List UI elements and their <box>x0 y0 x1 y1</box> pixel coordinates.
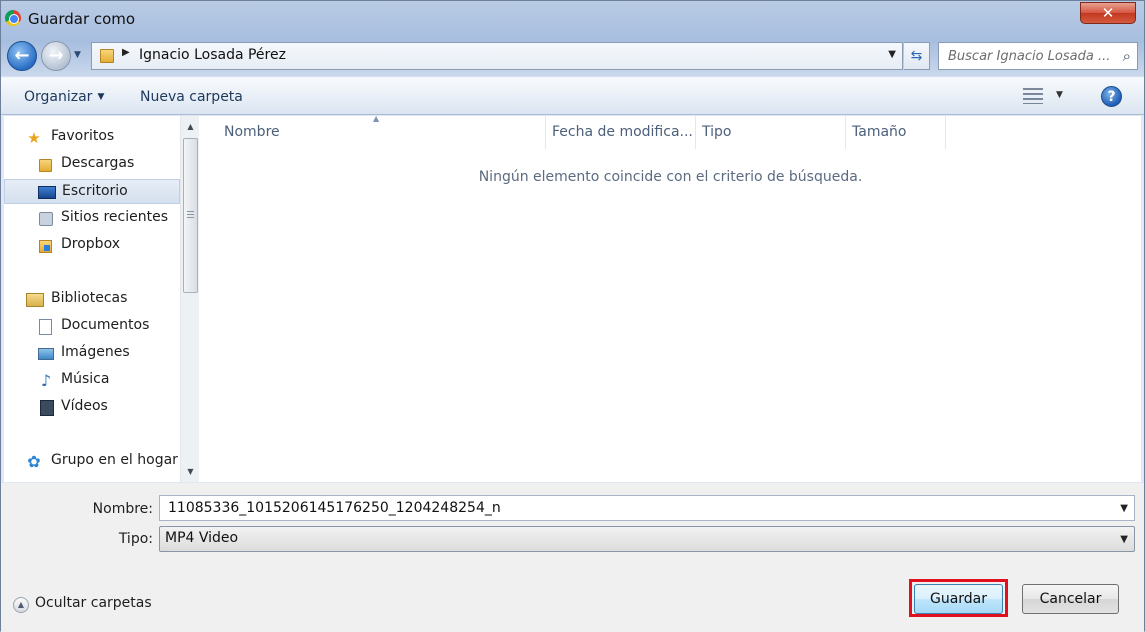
new-folder-button[interactable]: Nueva carpeta <box>140 89 243 105</box>
nav-item-sitios-recientes[interactable]: Sitios recientes <box>4 206 180 231</box>
music-icon: ♪ <box>40 371 52 390</box>
nav-item-dropbox[interactable]: Dropbox <box>4 233 180 258</box>
chevron-up-icon: ▲ <box>13 597 29 613</box>
forward-button[interactable]: → <box>41 41 71 71</box>
cancel-button[interactable]: Cancelar <box>1022 584 1119 614</box>
chevron-down-icon: ▼ <box>97 92 105 102</box>
empty-message: Ningún elemento coincide con el criterio… <box>478 169 863 185</box>
nav-label: Favoritos <box>51 128 115 144</box>
save-as-dialog: Guardar como ✕ ← → ▼ ▶ Ignacio Losada Pé… <box>0 0 1145 632</box>
file-name-label: Nombre: <box>92 501 153 517</box>
nav-item-escritorio[interactable]: Escritorio <box>4 179 180 204</box>
nav-label: Grupo en el hogar <box>51 452 178 468</box>
back-icon: ← <box>14 45 30 66</box>
file-type-select[interactable]: MP4 Video ▼ <box>159 526 1135 552</box>
title-bar: Guardar como ✕ <box>1 1 1144 37</box>
file-name-value[interactable]: 11085336_1015206145176250_1204248254_n <box>168 500 501 516</box>
breadcrumb-item[interactable]: Ignacio Losada Pérez <box>139 47 286 63</box>
nav-label: Sitios recientes <box>61 209 168 225</box>
dropbox-folder-icon <box>39 240 52 253</box>
breadcrumb[interactable]: ▶ Ignacio Losada Pérez ▼ <box>91 42 903 70</box>
column-header-name[interactable]: Nombre ▲ <box>200 114 546 149</box>
search-box[interactable]: ⌕ <box>938 42 1138 70</box>
nav-label: Escritorio <box>62 183 128 199</box>
nav-label: Imágenes <box>61 344 130 360</box>
nav-item-imagenes[interactable]: Imágenes <box>4 341 180 366</box>
column-label: Tipo <box>702 124 732 140</box>
column-label: Tamaño <box>852 124 907 140</box>
documents-icon <box>39 319 52 335</box>
column-header-date[interactable]: Fecha de modifica... <box>546 116 696 149</box>
nav-scrollbar[interactable]: ▲ ▼ <box>180 116 199 482</box>
command-bar: Organizar ▼ Nueva carpeta ▼ ? <box>1 77 1144 115</box>
nav-item-musica[interactable]: ♪ Música <box>4 368 180 393</box>
nav-homegroup[interactable]: ✿ Grupo en el hogar <box>4 449 180 474</box>
forward-icon: → <box>48 45 64 66</box>
column-header-size[interactable]: Tamaño <box>846 116 946 149</box>
view-options-icon[interactable] <box>1023 88 1043 104</box>
videos-icon <box>40 400 54 416</box>
column-label: Nombre <box>224 124 280 140</box>
downloads-folder-icon <box>39 159 52 172</box>
nav-item-documentos[interactable]: Documentos <box>4 314 180 339</box>
libraries-icon <box>26 293 44 307</box>
column-label: Fecha de modifica... <box>552 124 693 140</box>
search-icon[interactable]: ⌕ <box>1123 47 1131 65</box>
nav-item-descargas[interactable]: Descargas <box>4 152 180 177</box>
column-header-type[interactable]: Tipo <box>696 116 846 149</box>
scroll-thumb[interactable] <box>183 138 198 293</box>
nav-libraries[interactable]: Bibliotecas <box>4 287 180 312</box>
organize-button[interactable]: Organizar ▼ <box>24 89 104 105</box>
view-dropdown-icon[interactable]: ▼ <box>1056 90 1063 100</box>
pictures-icon <box>38 348 54 360</box>
file-type-dropdown-icon[interactable]: ▼ <box>1120 534 1128 545</box>
nav-label: Bibliotecas <box>51 290 128 306</box>
hide-folders-label: Ocultar carpetas <box>35 595 152 611</box>
recent-places-icon <box>39 212 53 226</box>
window-title: Guardar como <box>28 10 136 28</box>
refresh-button[interactable]: ⇆ <box>904 42 930 70</box>
file-type-value: MP4 Video <box>165 530 239 546</box>
file-name-input[interactable]: 11085336_1015206145176250_1204248254_n ▼ <box>159 495 1135 521</box>
nav-label: Descargas <box>61 155 135 171</box>
breadcrumb-arrow-icon[interactable]: ▶ <box>122 47 130 58</box>
navigation-pane: ★ Favoritos Descargas Escritorio Sitios … <box>4 116 180 482</box>
organize-label: Organizar <box>24 89 93 105</box>
file-name-dropdown-icon[interactable]: ▼ <box>1120 503 1128 514</box>
folder-icon <box>100 49 114 63</box>
refresh-icon: ⇆ <box>910 48 923 64</box>
desktop-icon <box>38 186 56 199</box>
search-input[interactable] <box>939 43 1111 69</box>
file-list: Nombre ▲ Fecha de modifica... Tipo Tamañ… <box>200 114 1141 482</box>
address-row: ← → ▼ ▶ Ignacio Losada Pérez ▼ ⇆ ⌕ <box>1 39 1144 73</box>
save-button[interactable]: Guardar <box>914 584 1003 614</box>
nav-label: Documentos <box>61 317 150 333</box>
nav-label: Vídeos <box>61 398 108 414</box>
scroll-up-icon[interactable]: ▲ <box>181 118 200 135</box>
file-type-label: Tipo: <box>118 531 153 547</box>
back-button[interactable]: ← <box>7 41 37 71</box>
grip-icon <box>187 211 194 218</box>
recent-locations-dropdown-icon[interactable]: ▼ <box>74 50 81 60</box>
nav-favorites[interactable]: ★ Favoritos <box>4 125 180 150</box>
nav-item-videos[interactable]: Vídeos <box>4 395 180 420</box>
sort-ascending-icon: ▲ <box>373 114 380 123</box>
help-icon[interactable]: ? <box>1101 86 1122 107</box>
nav-label: Música <box>61 371 110 387</box>
chrome-icon <box>5 10 21 26</box>
star-icon: ★ <box>27 129 41 147</box>
save-form: Nombre: 11085336_1015206145176250_120424… <box>1 483 1144 632</box>
homegroup-icon: ✿ <box>27 452 41 471</box>
main-area: ★ Favoritos Descargas Escritorio Sitios … <box>4 114 1141 482</box>
scroll-down-icon[interactable]: ▼ <box>181 463 200 480</box>
address-dropdown-icon[interactable]: ▼ <box>888 49 896 60</box>
close-button[interactable]: ✕ <box>1080 2 1136 24</box>
nav-label: Dropbox <box>61 236 120 252</box>
